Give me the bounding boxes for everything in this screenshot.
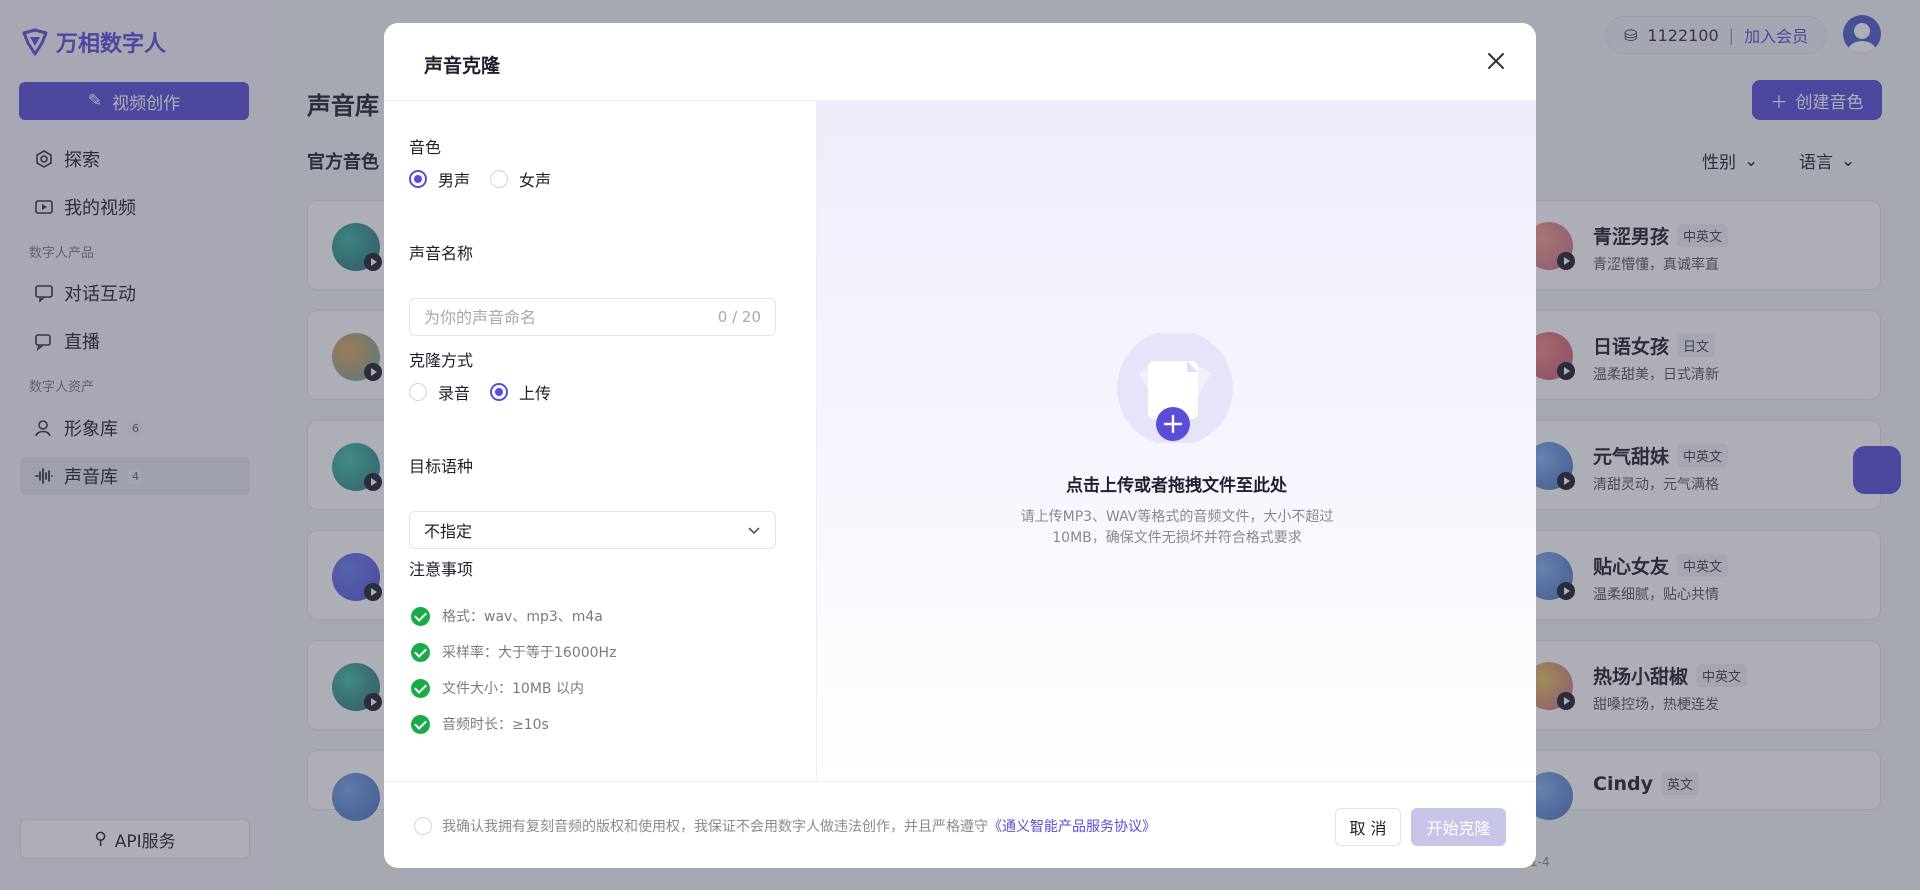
target-language-value: 不指定 [424,522,473,541]
clone-method-label: 克隆方式 [409,351,474,370]
clone-form: 音色 男声 女声 声音名称 0 / 20 克隆方式 录音 上传 [384,101,817,781]
timbre-option-female[interactable]: 女声 [490,167,551,191]
start-clone-button[interactable]: 开始克隆 [1411,808,1506,846]
chevron-down-icon [748,527,760,535]
notes-label: 注意事项 [409,560,474,579]
agreement-checkbox[interactable] [414,817,432,835]
voice-clone-dialog: 声音克隆 音色 男声 女声 声音名称 0 / 20 克隆方式 录音 [384,23,1536,868]
agreement: 我确认我拥有复刻音频的版权和使用权，我保证不会用数字人做违法创作，并且严格遵守《… [414,816,1156,836]
voice-name-input[interactable] [424,307,718,327]
check-circle-icon [411,642,430,662]
note-item: 采样率：大于等于16000Hz [411,642,616,662]
note-text: 音频时长：≥10s [442,717,549,733]
timbre-option-label: 男声 [438,171,471,190]
close-icon[interactable] [1484,49,1508,73]
char-counter: 0 / 20 [717,308,761,326]
note-item: 文件大小：10MB 以内 [411,678,584,698]
radio-unchecked[interactable] [409,383,427,401]
target-language-select[interactable]: 不指定 [409,511,776,549]
check-circle-icon [411,714,430,734]
note-text: 采样率：大于等于16000Hz [442,645,617,661]
voice-name-label: 声音名称 [409,244,474,263]
upload-dropzone[interactable]: 点击上传或者拖拽文件至此处 请上传MP3、WAV等格式的音频文件，大小不超过10… [817,101,1536,781]
agreement-text-main: 我确认我拥有复刻音频的版权和使用权，我保证不会用数字人做违法创作，并且严格遵守 [442,819,988,835]
clone-method-option-label: 录音 [438,384,471,403]
agreement-text: 我确认我拥有复刻音频的版权和使用权，我保证不会用数字人做违法创作，并且严格遵守《… [442,816,1156,836]
note-text: 文件大小：10MB 以内 [442,681,584,697]
check-circle-icon [411,678,430,698]
agreement-link[interactable]: 《通义智能产品服务协议》 [988,819,1156,835]
clone-method-option-record[interactable]: 录音 [409,380,470,404]
clone-method-option-upload[interactable]: 上传 [490,380,551,404]
timbre-option-male[interactable]: 男声 [409,167,470,191]
dialog-header: 声音克隆 [384,23,1536,101]
radio-checked[interactable] [409,170,427,188]
radio-checked[interactable] [490,383,509,401]
timbre-option-label: 女声 [519,171,552,190]
file-upload-icon [1117,333,1233,443]
dialog-title: 声音克隆 [424,55,501,77]
clone-method-radio-group: 录音 上传 [409,380,571,404]
upload-description: 请上传MP3、WAV等格式的音频文件，大小不超过10MB，确保文件无损坏并符合格… [1020,509,1334,546]
radio-unchecked[interactable] [490,170,509,188]
target-language-label: 目标语种 [409,457,474,476]
clone-method-option-label: 上传 [519,384,552,403]
check-circle-icon [411,606,430,626]
dialog-footer: 我确认我拥有复刻音频的版权和使用权，我保证不会用数字人做违法创作，并且严格遵守《… [384,781,1536,868]
timbre-radio-group: 男声 女声 [409,167,571,191]
note-item: 音频时长：≥10s [411,714,549,734]
note-item: 格式：wav、mp3、m4a [411,606,603,626]
timbre-label: 音色 [409,138,442,157]
cancel-button[interactable]: 取 消 [1335,808,1401,846]
upload-title: 点击上传或者拖拽文件至此处 [1066,476,1287,496]
note-text: 格式：wav、mp3、m4a [442,609,603,625]
voice-name-field[interactable]: 0 / 20 [409,298,776,336]
